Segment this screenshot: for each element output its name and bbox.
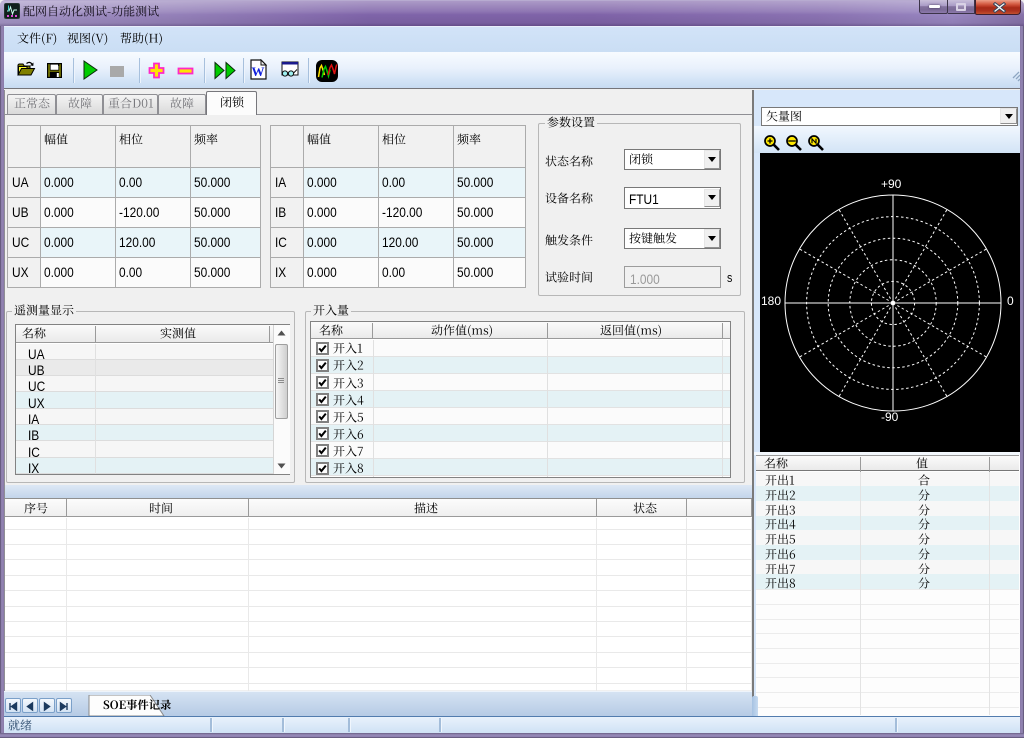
svg-text:W: W [252,64,265,79]
svg-text:180: 180 [761,294,781,308]
svg-text:-90: -90 [881,410,899,424]
svg-text:0: 0 [1007,294,1014,308]
svg-text:+90: +90 [881,177,902,191]
